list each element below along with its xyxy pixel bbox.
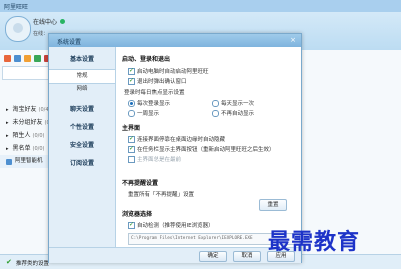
radio-never[interactable]: 不再自动显示 <box>212 109 254 117</box>
apps-icon[interactable] <box>34 54 41 62</box>
browser-auto-detect-option[interactable]: 自动检测（推荐使用IE浏览器） <box>128 221 214 229</box>
nav-basic-settings[interactable]: 基本设置 <box>49 53 115 66</box>
expand-arrow-icon: ▸ <box>6 133 9 139</box>
watermark-text: 最需教育 <box>268 229 361 255</box>
expand-arrow-icon: ▸ <box>6 120 9 126</box>
status-line[interactable]: 在线中心 <box>33 17 66 26</box>
mail-icon[interactable] <box>4 54 11 62</box>
startup-section-title: 启动、登录和退出 <box>122 56 171 63</box>
shop-icon[interactable] <box>24 54 31 62</box>
app-icon[interactable] <box>14 54 21 62</box>
main-title-bar[interactable]: 阿里旺旺 <box>0 0 401 12</box>
auto-start-checkbox[interactable] <box>128 67 135 75</box>
nav-network[interactable]: 网络 <box>49 83 115 96</box>
browser-section-title: 浏览器选择 <box>122 211 153 218</box>
auto-hide-option[interactable]: 连接界面停靠在桌面边缘时自动隐藏 <box>128 135 225 143</box>
online-status-icon <box>60 19 66 24</box>
avatar-face-icon <box>13 23 23 33</box>
main-window-title: 阿里旺旺 <box>4 4 29 11</box>
auto-hide-checkbox[interactable] <box>128 135 135 143</box>
no-remind-section-title: 不再提醒设置 <box>122 180 159 187</box>
radio-every-login-dot[interactable] <box>128 99 135 107</box>
reset-button[interactable]: 重置 <box>259 199 287 211</box>
system-settings-dialog: 系统设置 × 基本设置 常规 网络 聊天设置 个性设置 安全设置 订阅设置 启动… <box>48 33 302 263</box>
nav-chat-settings[interactable]: 聊天设置 <box>49 103 115 116</box>
expand-arrow-icon: ▸ <box>6 146 9 152</box>
robot-icon <box>6 158 12 165</box>
radio-once-daily-dot[interactable] <box>212 99 219 107</box>
radio-never-dot[interactable] <box>212 109 219 117</box>
exit-confirm-checkbox[interactable] <box>128 77 135 85</box>
ok-button[interactable]: 确定 <box>199 251 227 262</box>
status-text: 在线中心 <box>33 19 58 26</box>
taskbar-button-option[interactable]: 在任务栏显示主界面按钮（重新启动阿里旺旺之后生效） <box>128 145 275 153</box>
radio-every-login[interactable]: 每次登录显示 <box>128 99 170 107</box>
dialog-title-bar[interactable]: 系统设置 × <box>49 34 301 47</box>
auto-start-option[interactable]: 启动电脑时自动启动阿里旺旺 <box>128 67 209 75</box>
avatar[interactable] <box>5 16 31 42</box>
dialog-title: 系统设置 <box>57 39 82 46</box>
close-icon[interactable]: × <box>289 36 297 44</box>
no-remind-text: 重置所有「不再提醒」设置 <box>128 192 195 198</box>
taskbar-button-checkbox[interactable] <box>128 145 135 153</box>
bottom-label[interactable]: 推荐类的设置 <box>16 259 49 267</box>
exit-confirm-option[interactable]: 退出时弹出确认窗口 <box>128 77 187 85</box>
nav-security-settings[interactable]: 安全设置 <box>49 139 115 152</box>
always-on-top-checkbox[interactable] <box>128 155 135 163</box>
main-ui-section-title: 主界面 <box>122 125 141 132</box>
cancel-button[interactable]: 取消 <box>233 251 261 262</box>
expand-arrow-icon: ▸ <box>6 107 9 113</box>
dialog-footer: 确定 取消 应用 <box>49 247 301 263</box>
radio-once-daily[interactable]: 每天显示一次 <box>212 99 254 107</box>
check-icon: ✔ <box>6 258 12 266</box>
always-on-top-option[interactable]: 主界面总是在最前 <box>128 155 181 163</box>
settings-content: 启动、登录和退出 启动电脑时自动启动阿里旺旺 退出时弹出确认窗口 登录时每日焦点… <box>116 47 301 247</box>
nav-subscription-settings[interactable]: 订阅设置 <box>49 157 115 170</box>
nav-general[interactable]: 常规 <box>49 69 115 84</box>
signature-text[interactable]: 在线： <box>33 30 48 37</box>
login-focus-label: 登录时每日焦点显示设置 <box>124 90 185 96</box>
browser-auto-detect-checkbox[interactable] <box>128 221 135 229</box>
radio-weekly[interactable]: 一周显示 <box>128 109 159 117</box>
settings-nav: 基本设置 常规 网络 聊天设置 个性设置 安全设置 订阅设置 <box>49 47 116 247</box>
nav-personal-settings[interactable]: 个性设置 <box>49 121 115 134</box>
radio-weekly-dot[interactable] <box>128 109 135 117</box>
